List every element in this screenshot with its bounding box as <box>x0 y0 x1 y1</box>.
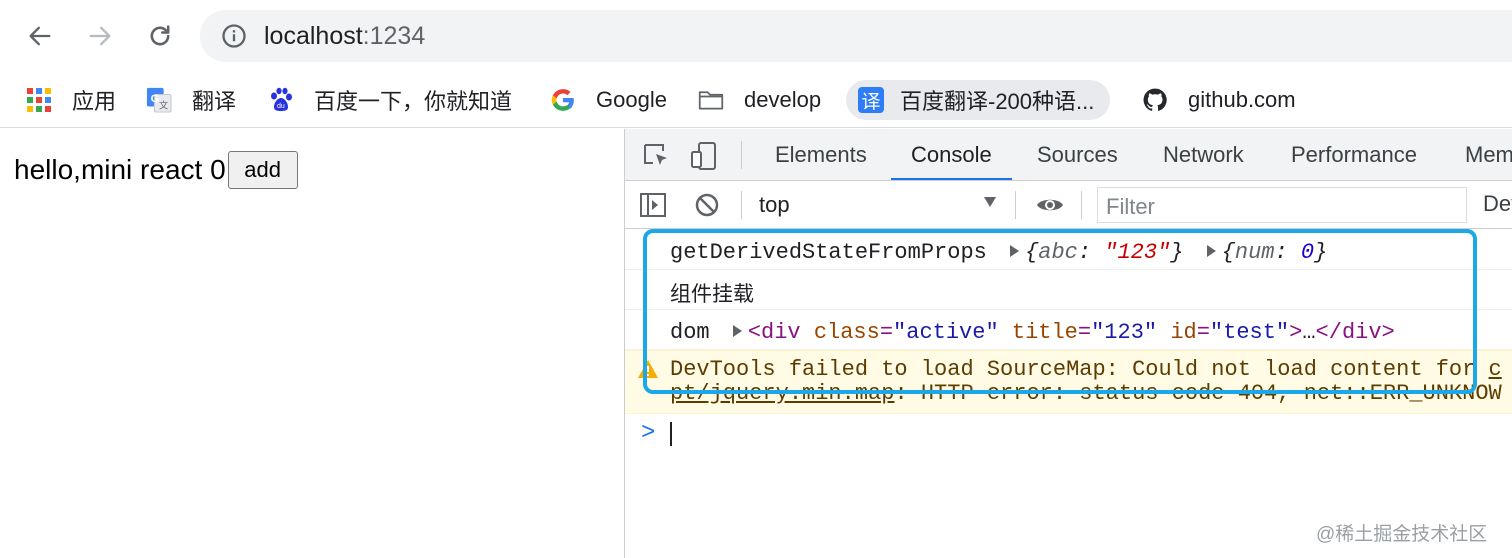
browser-toolbar: localhost:1234 <box>0 0 1512 72</box>
svg-text:文: 文 <box>159 99 168 111</box>
bookmark-label: develop <box>744 87 822 112</box>
tab-network[interactable]: Network <box>1163 129 1244 180</box>
svg-text:du: du <box>277 103 285 110</box>
clear-console-icon[interactable] <box>693 191 721 219</box>
bookmark-label: 百度一下，你就知道 <box>314 89 513 114</box>
prompt-chevron-icon: > <box>641 420 656 447</box>
bookmarks-bar: 应用 G文 翻译 du 百度一下，你就知道 Google develop 译 百… <box>0 72 1512 128</box>
filter-input[interactable]: Filter <box>1097 187 1467 223</box>
baidu-paw-icon: du <box>268 87 294 113</box>
apps-grid-icon <box>26 87 52 113</box>
url-host: localhost <box>264 22 363 50</box>
address-bar[interactable]: localhost:1234 <box>200 10 1512 62</box>
console-prompt[interactable]: > <box>625 416 1512 452</box>
device-toolbar-icon[interactable] <box>689 141 719 171</box>
google-translate-icon: G文 <box>146 87 172 113</box>
bookmark-label: Google <box>596 87 667 112</box>
tab-elements[interactable]: Elements <box>775 129 867 180</box>
highlight-box <box>643 229 1477 394</box>
console-toolbar: top Filter Def <box>625 181 1512 229</box>
text-caret <box>670 422 672 446</box>
bookmark-label: github.com <box>1188 87 1296 112</box>
bookmark-apps[interactable]: 应用 <box>26 80 116 120</box>
chevron-down-icon[interactable] <box>983 195 997 209</box>
forward-button[interactable] <box>80 18 120 54</box>
tab-sources[interactable]: Sources <box>1037 129 1118 180</box>
info-icon[interactable] <box>220 22 248 50</box>
bookmark-label: 翻译 <box>192 89 237 114</box>
github-icon <box>1142 87 1168 113</box>
back-button[interactable] <box>20 18 60 54</box>
toolbar-divider <box>741 191 742 219</box>
devtools-tab-bar: Elements Console Sources Network Perform… <box>625 129 1512 181</box>
inspect-element-icon[interactable] <box>641 141 671 171</box>
bookmark-baidu[interactable]: du 百度一下，你就知道 <box>268 80 512 120</box>
filter-placeholder: Filter <box>1106 194 1155 219</box>
bookmark-github[interactable]: github.com <box>1142 80 1296 120</box>
url-text[interactable]: localhost:1234 <box>264 22 425 50</box>
bookmark-label: 百度翻译-200种语... <box>900 89 1095 114</box>
hello-text: hello,mini react 0 <box>14 154 226 185</box>
tab-memory[interactable]: Mem <box>1465 129 1512 180</box>
page-viewport: hello,mini react 0 add <box>0 129 624 558</box>
sidebar-toggle-icon[interactable] <box>639 191 667 219</box>
bookmark-develop-folder[interactable]: develop <box>698 80 821 120</box>
bookmark-baidu-translate[interactable]: 译 百度翻译-200种语... <box>846 80 1111 120</box>
tab-console[interactable]: Console <box>891 129 1012 180</box>
context-selector[interactable]: top <box>759 191 790 219</box>
toolbar-divider <box>741 141 742 169</box>
hello-line: hello,mini react 0 add <box>14 151 298 189</box>
baidu-translate-icon: 译 <box>858 87 884 113</box>
bookmark-label: 应用 <box>72 89 117 114</box>
toolbar-divider <box>1081 191 1082 219</box>
toolbar-divider <box>1015 191 1016 219</box>
sourcemap-link[interactable]: c <box>1489 357 1502 382</box>
reload-button[interactable] <box>140 18 180 54</box>
svg-text:G: G <box>151 93 160 105</box>
eye-icon[interactable] <box>1035 191 1065 219</box>
add-button[interactable]: add <box>227 151 298 189</box>
arrow-left-icon <box>29 26 51 46</box>
bookmark-google[interactable]: Google <box>550 80 667 120</box>
watermark: @稀土掘金技术社区 <box>1316 524 1488 545</box>
bookmark-translate[interactable]: G文 翻译 <box>146 80 236 120</box>
tab-performance[interactable]: Performance <box>1291 129 1417 180</box>
google-g-icon <box>550 87 576 113</box>
arrow-right-icon <box>89 26 111 46</box>
reload-icon <box>150 25 170 46</box>
folder-icon <box>698 87 724 113</box>
url-port: :1234 <box>362 22 426 50</box>
default-levels-dropdown[interactable]: Def <box>1483 191 1512 217</box>
screen: localhost:1234 应用 G文 翻译 du 百度一下，你就知道 Goo… <box>0 0 1512 558</box>
